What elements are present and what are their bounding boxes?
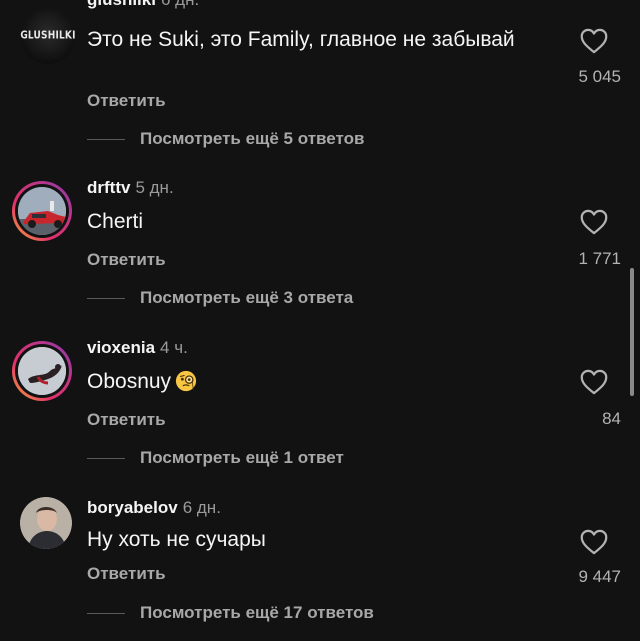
comment-text: Ну хоть не сучары (87, 528, 266, 551)
comment-header: drfttv 5 дн. (87, 178, 174, 198)
username[interactable]: drfttv (87, 178, 130, 197)
comment-text: Cherti (87, 210, 144, 233)
heart-outline-icon[interactable] (580, 369, 608, 395)
view-more-label[interactable]: Посмотреть ещё 5 ответов (140, 129, 364, 149)
avatar-photo (18, 187, 66, 235)
like-count: 5 045 (578, 67, 621, 86)
view-more-replies[interactable]: Посмотреть ещё 17 ответов (87, 603, 374, 623)
comment-time: 4 ч. (160, 338, 188, 357)
comment-text: Это не Suki, это Family, главное не забы… (87, 28, 515, 51)
like-count: 9 447 (578, 567, 621, 586)
monocle-face-emoji-icon (175, 370, 197, 392)
view-more-label[interactable]: Посмотреть ещё 17 ответов (140, 603, 374, 623)
scrollbar[interactable] (630, 268, 634, 396)
divider-line (87, 457, 125, 459)
car-photo-icon (18, 187, 66, 235)
view-more-label[interactable]: Посмотреть ещё 1 ответ (140, 448, 344, 468)
glushilki-logo: GLUSHILKI (20, 8, 76, 64)
avatar-logo-text: GLUSHILKI (20, 30, 76, 42)
divider-line (87, 138, 125, 140)
reply-button[interactable]: Ответить (87, 564, 166, 584)
comment-time: 6 дн. (161, 0, 199, 9)
bird-photo-icon (18, 347, 66, 395)
like-count: 1 771 (578, 249, 621, 268)
comment-text-body: Obosnuy (87, 370, 172, 393)
avatar[interactable] (20, 497, 72, 549)
like-count: 84 (602, 409, 621, 428)
username[interactable]: glushilki (87, 0, 156, 9)
comment-text: Obosnuy (87, 368, 517, 396)
avatar[interactable]: GLUSHILKI (20, 8, 76, 64)
comment-header: boryabelov 6 дн. (87, 498, 221, 518)
avatar[interactable] (12, 181, 72, 241)
username[interactable]: vioxenia (87, 338, 155, 357)
view-more-replies[interactable]: Посмотреть ещё 3 ответа (87, 288, 353, 308)
username[interactable]: boryabelov (87, 498, 178, 517)
person-photo-icon (20, 497, 72, 549)
heart-outline-icon[interactable] (580, 529, 608, 555)
reply-button[interactable]: Ответить (87, 91, 166, 111)
view-more-replies[interactable]: Посмотреть ещё 5 ответов (87, 129, 364, 149)
comment-header: glushilki 6 дн. (87, 0, 199, 10)
view-more-label[interactable]: Посмотреть ещё 3 ответа (140, 288, 353, 308)
avatar-photo (18, 347, 66, 395)
view-more-replies[interactable]: Посмотреть ещё 1 ответ (87, 448, 344, 468)
heart-outline-icon[interactable] (580, 28, 608, 54)
divider-line (87, 612, 125, 614)
comment-header: vioxenia 4 ч. (87, 338, 188, 358)
comment-time: 5 дн. (135, 178, 174, 197)
avatar[interactable] (12, 341, 72, 401)
comments-screen: GLUSHILKI glushilki 6 дн. Это не Suki, эт… (0, 0, 640, 641)
avatar-photo (20, 497, 72, 549)
comment-time: 6 дн. (182, 498, 221, 517)
divider-line (87, 297, 125, 299)
reply-button[interactable]: Ответить (87, 250, 166, 270)
reply-button[interactable]: Ответить (87, 410, 166, 430)
heart-outline-icon[interactable] (580, 209, 608, 235)
